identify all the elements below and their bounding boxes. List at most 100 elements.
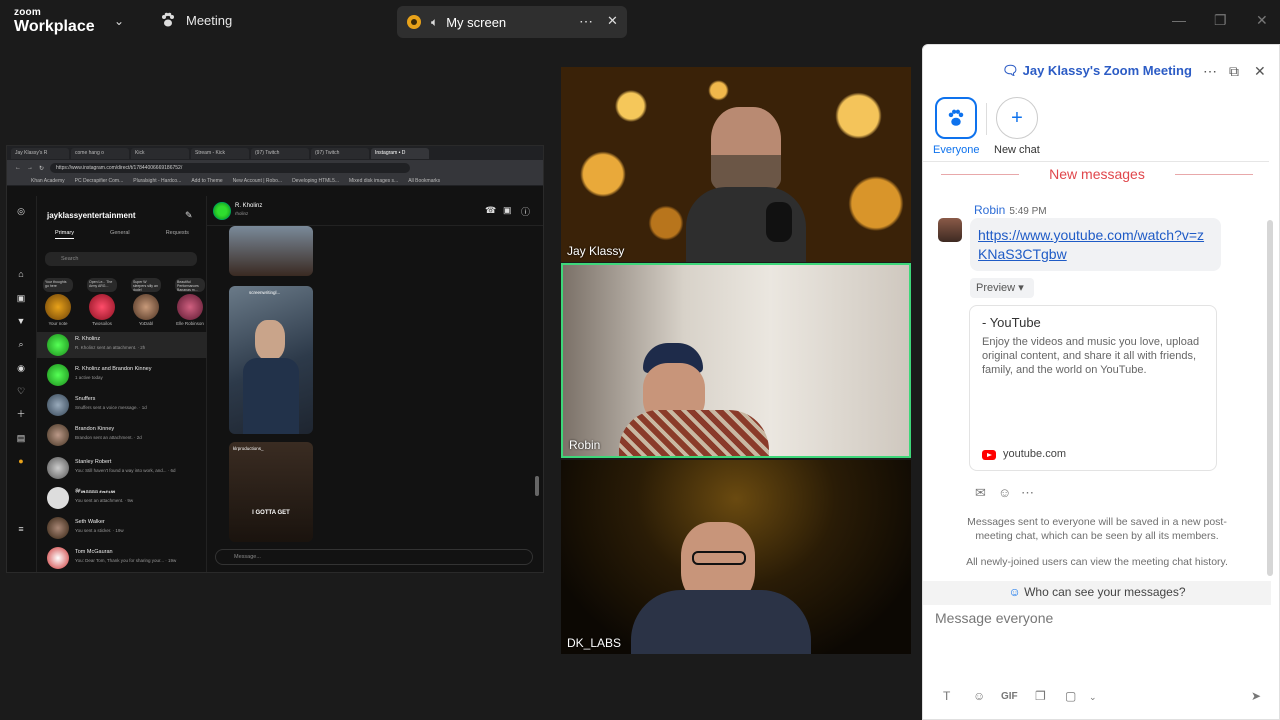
- bookmark-item[interactable]: Add to Theme: [191, 178, 222, 184]
- browser-tab-active[interactable]: Instagram • D: [371, 147, 429, 159]
- zoom-workplace-logo[interactable]: zoom Workplace: [14, 8, 95, 35]
- new-chat-button[interactable]: +: [996, 97, 1038, 139]
- bookmark-item[interactable]: All Bookmarks: [408, 178, 440, 184]
- more-options-icon[interactable]: ⋯: [1203, 63, 1217, 80]
- menu-icon[interactable]: ≡: [16, 524, 26, 534]
- home-icon[interactable]: ⌂: [16, 269, 26, 279]
- conversation-item[interactable]: Stanley Robert You: Still haven't found …: [45, 455, 205, 481]
- share-app-icon: [407, 15, 421, 29]
- note-item[interactable]: Your thoughts go here Your note: [43, 278, 73, 326]
- note-item[interactable]: Open Le... The Army ARG... Twosoilos: [87, 278, 117, 326]
- browser-tab[interactable]: (97) Twitch: [251, 147, 309, 159]
- everyone-chat-button[interactable]: [935, 97, 977, 139]
- phone-icon[interactable]: ☎︎: [485, 205, 496, 216]
- avatar[interactable]: [213, 202, 231, 220]
- bookmark-item[interactable]: New Account | Robo...: [233, 178, 282, 184]
- conversation-item[interactable]: Brandon Kinney Brandon sent an attachmen…: [45, 422, 205, 448]
- instagram-icon[interactable]: ◎: [16, 206, 26, 216]
- more-actions-icon[interactable]: ⋯: [1021, 485, 1034, 501]
- screen-share-pill[interactable]: 🔈︎ My screen ⋯ ✕: [397, 6, 627, 38]
- link-preview-card[interactable]: - YouTube Enjoy the videos and music you…: [969, 305, 1217, 471]
- gif-icon[interactable]: GIF: [1001, 691, 1018, 702]
- tab-primary[interactable]: Primary: [55, 230, 74, 239]
- conversation-item[interactable]: Tom McGauran You: Dear Tom, Thank you fo…: [45, 545, 205, 571]
- back-icon[interactable]: ←: [15, 165, 21, 171]
- explore-icon[interactable]: ◉: [16, 363, 26, 373]
- video-tile-jay[interactable]: Jay Klassy: [561, 67, 911, 262]
- inbox-search-input[interactable]: Search: [45, 252, 197, 266]
- browser-tab[interactable]: Stream - Kick: [191, 147, 249, 159]
- conversation-item[interactable]: 𝓦𝓶aaaa 𝓮𝓷𝓸𝓻𝓶 You sent an attachment. · 9…: [45, 485, 205, 511]
- text-format-icon[interactable]: T: [943, 689, 950, 703]
- chevron-down-icon[interactable]: ⌄: [1089, 692, 1097, 703]
- tab-general[interactable]: General: [110, 230, 130, 239]
- stop-share-close-icon[interactable]: ✕: [607, 13, 618, 29]
- close-chat-icon[interactable]: ✕: [1254, 63, 1266, 80]
- create-icon[interactable]: ＋: [16, 409, 26, 419]
- emoji-icon[interactable]: ☺︎: [973, 689, 985, 703]
- browser-tab[interactable]: Jay Klassy's R: [11, 147, 69, 159]
- chat-title[interactable]: 🗨︎ Jay Klassy's Zoom Meeting: [923, 63, 1271, 79]
- bookmark-item[interactable]: PC Decrapifier Com...: [75, 178, 124, 184]
- conversation-item[interactable]: Snuffers Snuffers sent a voice message. …: [45, 392, 205, 418]
- compose-icon[interactable]: ✎: [185, 210, 193, 221]
- speaker-icon[interactable]: 🔈︎: [431, 15, 438, 30]
- bookmark-item[interactable]: Mixed disk images s...: [349, 178, 398, 184]
- chat-contact-name[interactable]: R. Kholinz: [235, 203, 262, 209]
- emoji-reaction-icon[interactable]: ☺︎: [998, 485, 1011, 500]
- avatar: [177, 294, 203, 320]
- url-input[interactable]: https://www.instagram.com/direct/t/17844…: [50, 163, 411, 173]
- forward-icon[interactable]: →: [27, 165, 33, 171]
- conversation-item[interactable]: Seth Walker You sent a sticker. · 19w: [45, 515, 205, 541]
- reload-icon[interactable]: ↻: [39, 165, 44, 172]
- media-attachment[interactable]: klrproductions_ I GOTTA GET: [229, 442, 313, 542]
- screenshot-icon[interactable]: ▢: [1065, 689, 1076, 703]
- profile-icon[interactable]: ●: [16, 456, 26, 466]
- send-icon[interactable]: ➤: [1251, 689, 1261, 703]
- who-can-see-button[interactable]: ☺︎ Who can see your messages?: [923, 581, 1271, 605]
- browser-tab[interactable]: (97) Twitch: [311, 147, 369, 159]
- conversation-item[interactable]: R. Kholinz R. Kholinz sent an attachment…: [37, 332, 207, 358]
- dashboard-icon[interactable]: ▤: [16, 433, 26, 443]
- maximize-icon[interactable]: ❐: [1214, 12, 1227, 29]
- video-tile-dklabs[interactable]: DK_LABS: [561, 460, 911, 654]
- preview-toggle[interactable]: Preview ▾: [970, 278, 1034, 298]
- video-tile-robin[interactable]: Robin: [561, 263, 911, 458]
- avatar[interactable]: [938, 218, 962, 242]
- media-attachment[interactable]: screenwritingl...: [229, 286, 313, 434]
- minimize-icon[interactable]: —: [1172, 12, 1186, 28]
- message-input[interactable]: Message...: [215, 549, 533, 565]
- meeting-label: Meeting: [186, 12, 233, 28]
- pop-out-icon[interactable]: ⧉: [1229, 63, 1239, 80]
- note-item[interactable]: Beautiful Performances Bananas m... Elle…: [175, 278, 205, 326]
- media-attachment[interactable]: [229, 226, 313, 276]
- tab-requests[interactable]: Requests: [166, 230, 189, 239]
- scrollbar[interactable]: [535, 476, 539, 496]
- meeting-button[interactable]: Meeting: [160, 12, 232, 28]
- info-icon[interactable]: ⓘ: [521, 205, 530, 218]
- chevron-down-icon[interactable]: ⌄: [114, 14, 124, 28]
- messages-icon[interactable]: ▼: [16, 316, 26, 326]
- conversation-item[interactable]: R. Kholinz and Brandon Kinney 1 active t…: [45, 362, 205, 388]
- search-icon[interactable]: ⌕: [16, 339, 26, 349]
- reels-icon[interactable]: ▣: [16, 293, 26, 303]
- heart-icon[interactable]: ♡: [16, 386, 26, 396]
- chat-message-input[interactable]: Message everyone: [935, 610, 1053, 626]
- browser-tab[interactable]: Kick: [131, 147, 189, 159]
- browser-tab-bar: Jay Klassy's R come hang o Kick Stream -…: [7, 146, 543, 160]
- note-item[interactable]: Super W sleepers silly an dude! YoDabl: [131, 278, 161, 326]
- bookmark-item[interactable]: Khan Academy: [31, 178, 65, 184]
- bookmark-item[interactable]: Developing HTML5...: [292, 178, 339, 184]
- note-name: Your note: [48, 321, 68, 326]
- instagram-username[interactable]: jayklassyentertainment: [47, 211, 136, 220]
- file-icon[interactable]: ❐: [1035, 689, 1046, 703]
- sender-name[interactable]: Robin: [974, 203, 1005, 217]
- browser-tab[interactable]: come hang o: [71, 147, 129, 159]
- video-icon[interactable]: ▣: [503, 205, 512, 216]
- reply-icon[interactable]: ✉︎: [975, 485, 986, 501]
- more-options-icon[interactable]: ⋯: [579, 13, 593, 30]
- youtube-link[interactable]: https://www.youtube.com/watch?v=zKNaS3CT…: [978, 227, 1204, 262]
- window-close-icon[interactable]: ✕: [1256, 12, 1268, 29]
- scrollbar[interactable]: [1267, 220, 1273, 576]
- bookmark-item[interactable]: Pluralsight - Hardco...: [133, 178, 181, 184]
